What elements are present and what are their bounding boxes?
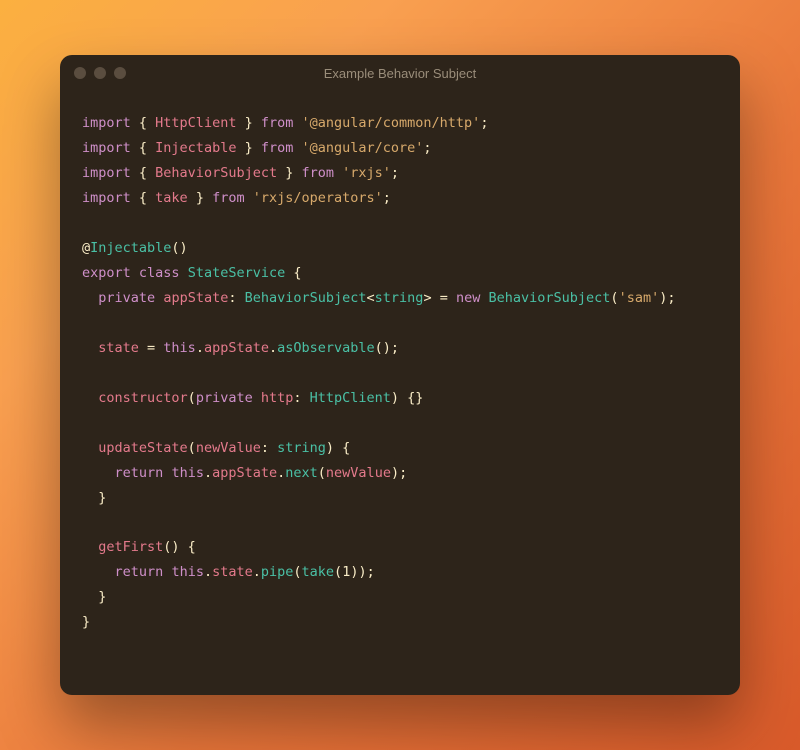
- minimize-icon[interactable]: [94, 67, 106, 79]
- code-content: import { HttpClient } from '@angular/com…: [82, 111, 718, 635]
- maximize-icon[interactable]: [114, 67, 126, 79]
- close-icon[interactable]: [74, 67, 86, 79]
- code-window: Example Behavior Subject import { HttpCl…: [60, 55, 740, 695]
- traffic-lights: [74, 67, 126, 79]
- code-editor[interactable]: import { HttpClient } from '@angular/com…: [60, 91, 740, 695]
- window-title: Example Behavior Subject: [60, 66, 740, 81]
- titlebar: Example Behavior Subject: [60, 55, 740, 91]
